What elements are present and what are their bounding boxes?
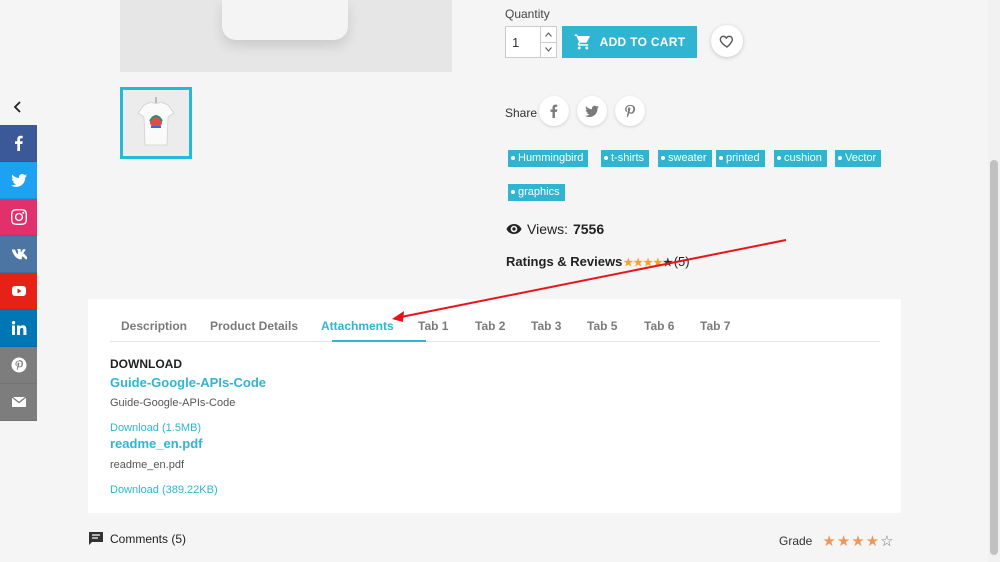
vk-share-button[interactable] (0, 236, 37, 273)
star-empty-icon: ☆ (880, 533, 895, 550)
attachment-description: Guide-Google-APIs-Code (110, 397, 236, 409)
tab-7[interactable]: Tab 7 (700, 319, 730, 333)
share-label: Share (505, 106, 538, 120)
linkedin-icon (11, 321, 26, 335)
pinterest-share-button[interactable] (0, 347, 37, 384)
wishlist-button[interactable] (711, 25, 743, 57)
share-pinterest-button[interactable] (615, 96, 645, 126)
tab-product-details[interactable]: Product Details (210, 319, 298, 333)
tab-description[interactable]: Description (121, 319, 187, 333)
facebook-icon (550, 104, 558, 118)
youtube-icon (11, 286, 26, 296)
views-label: Views: (527, 221, 568, 237)
facebook-icon (14, 135, 23, 151)
page-scrollbar[interactable] (988, 0, 1000, 562)
linkedin-share-button[interactable] (0, 310, 37, 347)
ratings-reviews[interactable]: Ratings & Reviews ★★★★★ (5) (506, 254, 690, 269)
tag-hummingbird[interactable]: Hummingbird (508, 150, 589, 167)
twitter-share-button[interactable] (0, 162, 37, 199)
tag-t-shirts[interactable]: t-shirts (601, 150, 649, 167)
email-share-button[interactable] (0, 384, 37, 421)
chevron-left-icon (13, 101, 21, 113)
quantity-label: Quantity (505, 7, 550, 21)
shopping-cart-icon (574, 34, 590, 50)
product-tabs-panel: Description Product Details Attachments … (88, 299, 901, 513)
tshirt-thumbnail-image (137, 97, 175, 146)
tab-1[interactable]: Tab 1 (418, 319, 448, 333)
attachment-download-link[interactable]: Download (1.5MB) (110, 422, 201, 434)
grade-stars[interactable]: ★★★★☆ (822, 532, 894, 550)
star-filled-icon: ★ (836, 533, 852, 550)
quantity-increase-button[interactable] (541, 27, 556, 42)
scrollbar-thumb[interactable] (990, 160, 998, 555)
twitter-icon (10, 174, 27, 187)
attachment-title[interactable]: readme_en.pdf (110, 436, 202, 451)
tab-6[interactable]: Tab 6 (644, 319, 674, 333)
tag-graphics[interactable]: graphics (508, 184, 565, 201)
tag-printed[interactable]: printed (716, 150, 765, 167)
vk-icon (11, 249, 27, 260)
quantity-stepper[interactable]: 1 (505, 26, 557, 58)
star-filled-icon: ★ (865, 533, 881, 550)
grade-label: Grade (779, 534, 813, 548)
comment-icon (89, 532, 103, 545)
ratings-count: (5) (673, 254, 690, 269)
star-filled-icon: ★ (851, 533, 866, 550)
tab-3[interactable]: Tab 3 (531, 319, 561, 333)
add-to-cart-button[interactable]: ADD TO CART (562, 26, 697, 58)
add-to-cart-label: ADD TO CART (599, 35, 686, 49)
tab-2[interactable]: Tab 2 (475, 319, 505, 333)
eye-icon (506, 224, 522, 234)
ratings-label: Ratings & Reviews (506, 254, 623, 269)
quantity-input[interactable]: 1 (506, 27, 540, 57)
product-main-image[interactable] (120, 0, 452, 72)
ratings-stars: ★★★★★ (623, 254, 672, 269)
attachment-download-link[interactable]: Download (389.22KB) (110, 484, 218, 496)
comments-toggle[interactable]: Comments (5) (88, 531, 186, 547)
attachment-description: readme_en.pdf (110, 459, 184, 471)
views-value: 7556 (572, 221, 605, 237)
tab-bar: Description Product Details Attachments … (110, 309, 880, 342)
star-filled-icon: ★ (822, 533, 837, 550)
star-empty-icon: ★ (662, 257, 673, 269)
attachments-heading: DOWNLOAD (110, 357, 182, 371)
facebook-share-button[interactable] (0, 125, 37, 162)
heart-icon (719, 35, 733, 48)
attachment-title[interactable]: Guide-Google-APIs-Code (110, 375, 266, 390)
email-icon (11, 396, 26, 407)
tab-attachments[interactable]: Attachments (321, 319, 394, 333)
share-facebook-button[interactable] (539, 96, 569, 126)
share-bar-collapse-button[interactable] (0, 92, 36, 122)
views-counter: Views: 7556 (506, 221, 604, 237)
star-filled-icon: ★ (652, 257, 663, 269)
star-filled-icon: ★ (623, 257, 634, 269)
star-filled-icon: ★ (643, 257, 653, 269)
tag-sweater[interactable]: sweater (658, 150, 712, 167)
pinterest-icon (11, 357, 26, 373)
star-filled-icon: ★ (633, 257, 644, 269)
tab-5[interactable]: Tab 5 (587, 319, 617, 333)
twitter-icon (585, 105, 599, 118)
product-thumbnail[interactable] (120, 87, 192, 159)
pinterest-icon (625, 104, 636, 118)
tag-vector[interactable]: Vector (835, 150, 882, 167)
instagram-share-button[interactable] (0, 199, 37, 236)
tshirt-image (222, 0, 348, 40)
active-tab-indicator (332, 340, 426, 342)
chevron-down-icon (545, 47, 552, 53)
comments-label: Comments (5) (110, 532, 187, 546)
instagram-icon (10, 209, 27, 225)
side-share-bar (0, 125, 37, 421)
share-twitter-button[interactable] (577, 96, 607, 126)
grade-rating: Grade ★★★★☆ (779, 532, 895, 550)
youtube-share-button[interactable] (0, 273, 37, 310)
quantity-decrease-button[interactable] (541, 41, 556, 58)
tag-cushion[interactable]: cushion (774, 150, 827, 167)
chevron-up-icon (545, 31, 552, 37)
